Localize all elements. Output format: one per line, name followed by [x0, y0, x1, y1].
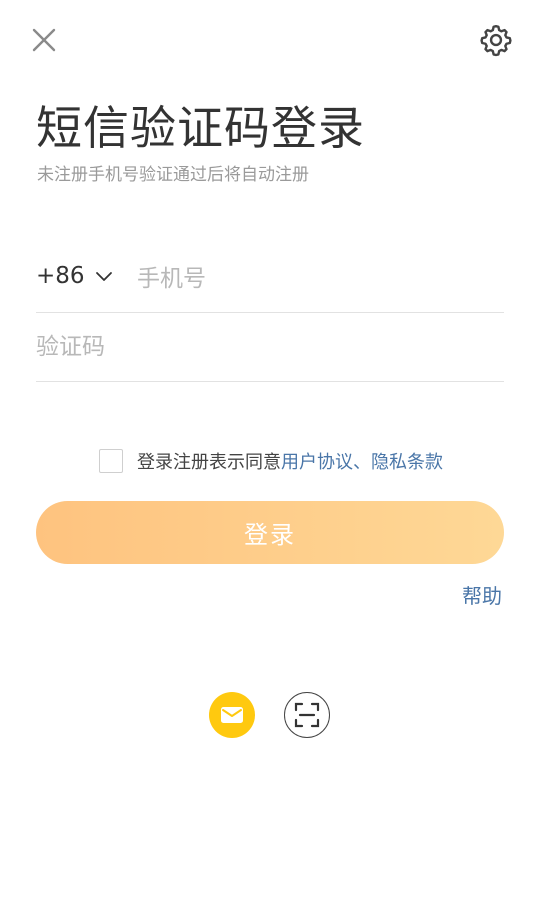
login-button-label: 登录: [244, 521, 296, 549]
phone-row: +86: [36, 248, 504, 313]
mail-icon: [221, 707, 243, 723]
code-row: [36, 318, 504, 382]
scan-login-button[interactable]: [284, 692, 330, 738]
settings-button[interactable]: [478, 22, 514, 58]
page-title: 短信验证码登录: [36, 101, 365, 155]
page-subtitle: 未注册手机号验证通过后将自动注册: [37, 165, 309, 185]
close-button[interactable]: [28, 24, 60, 56]
login-button[interactable]: 登录: [36, 501, 504, 564]
agreement-text: 登录注册表示同意: [137, 452, 281, 473]
agreement-row: 登录注册表示同意 用户协议 、 隐私条款: [99, 448, 443, 474]
mail-login-button[interactable]: [209, 692, 255, 738]
scan-icon: [294, 702, 320, 728]
agreement-separator: 、: [353, 452, 371, 473]
country-code: +86: [36, 263, 85, 289]
gear-icon: [480, 25, 512, 57]
chevron-down-icon: [95, 272, 112, 281]
user-agreement-link[interactable]: 用户协议: [281, 448, 353, 474]
phone-input[interactable]: [137, 262, 497, 296]
agreement-checkbox[interactable]: [99, 449, 123, 473]
close-icon: [32, 28, 56, 52]
help-link[interactable]: 帮助: [462, 580, 502, 609]
privacy-policy-link[interactable]: 隐私条款: [371, 448, 443, 474]
country-code-selector[interactable]: +86: [36, 263, 113, 289]
verification-code-input[interactable]: [36, 330, 496, 364]
